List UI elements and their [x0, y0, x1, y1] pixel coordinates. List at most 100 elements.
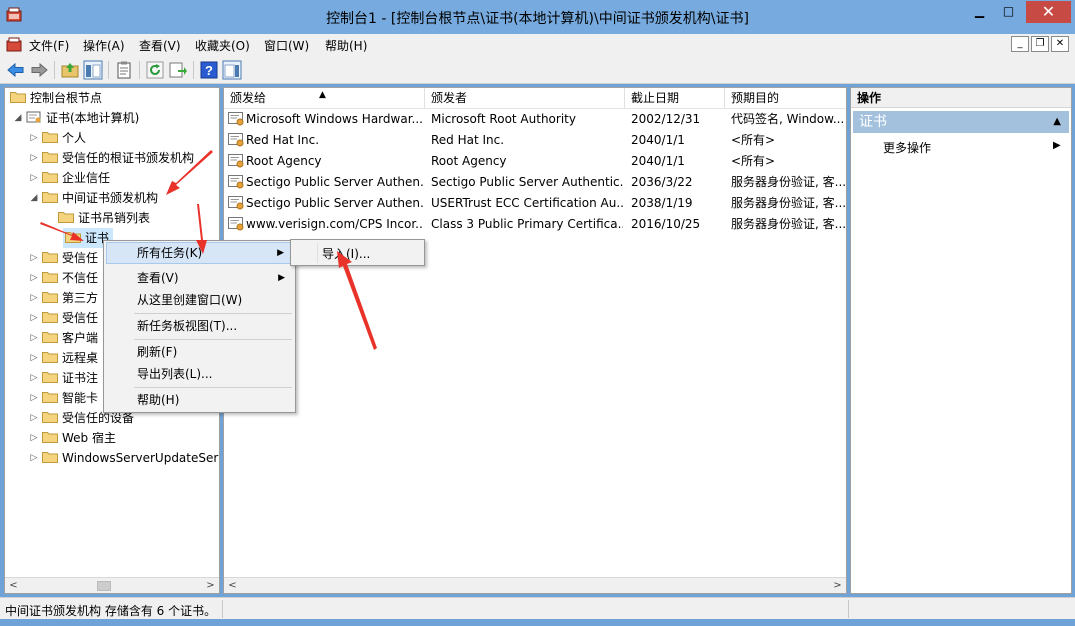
more-actions-link[interactable]: 更多操作 [883, 139, 931, 156]
menu-item-new-taskpad[interactable]: 新任务板视图(T)... [106, 315, 293, 337]
list-horizontal-scrollbar[interactable]: < > [224, 577, 846, 593]
properties-icon[interactable] [114, 60, 134, 80]
tree-item-smart-card[interactable]: ▷ 智能卡 [29, 388, 98, 408]
expand-icon[interactable]: ▷ [29, 248, 39, 268]
menu-action[interactable]: 操作(A) [83, 37, 125, 54]
menu-item-import[interactable]: 导入(I)... [322, 245, 370, 262]
tree-item-enterprise-trust[interactable]: ▷ 企业信任 [29, 168, 110, 188]
open-folder-icon [65, 229, 81, 243]
tree-item-trusted-root-ca[interactable]: ▷ 受信任的根证书颁发机构 [29, 148, 194, 168]
menu-item-label: 查看(V) [137, 271, 179, 285]
mdi-close-button[interactable]: ✕ [1051, 36, 1069, 52]
certificate-store-icon [26, 109, 42, 123]
folder-icon [42, 129, 58, 143]
status-bar: 中间证书颁发机构 存储含有 6 个证书。 [0, 597, 1075, 619]
expand-icon[interactable]: ▷ [29, 268, 39, 288]
expand-icon[interactable]: ▷ [29, 168, 39, 188]
tree-item-web-hosting[interactable]: ▷ Web 宿主 [29, 428, 116, 448]
menu-item-export-list[interactable]: 导出列表(L)... [106, 363, 293, 385]
scroll-right-button[interactable]: > [829, 578, 846, 593]
expand-icon[interactable]: ▷ [29, 388, 39, 408]
console-doc-icon[interactable] [6, 37, 22, 53]
column-header-expiration[interactable]: 截止日期 [625, 88, 725, 109]
certificate-list[interactable]: 颁发给 ▲ 颁发者 截止日期 预期目的 Microsoft Windows Ha… [223, 87, 847, 594]
menu-item-label: 新任务板视图(T)... [137, 319, 238, 333]
export-list-icon[interactable] [168, 60, 188, 80]
table-cell[interactable]: Red Hat Inc. [246, 130, 424, 151]
expand-icon[interactable]: ▷ [29, 148, 39, 168]
expand-icon[interactable]: ▷ [29, 308, 39, 328]
column-header-issued-by[interactable]: 颁发者 [425, 88, 625, 109]
tree-item-wsus[interactable]: ▷ WindowsServerUpdateSer [29, 448, 219, 468]
expand-icon[interactable]: ▷ [29, 368, 39, 388]
tree-item-crl[interactable]: 证书吊销列表 [55, 208, 150, 228]
menu-item-refresh[interactable]: 刷新(F) [106, 341, 293, 363]
expand-icon[interactable]: ▷ [29, 328, 39, 348]
mdi-restore-button[interactable]: ❐ [1031, 36, 1049, 52]
tree-item-label: Web 宿主 [62, 431, 116, 445]
column-header-purposes[interactable]: 预期目的 [725, 88, 846, 109]
menu-file[interactable]: 文件(F) [29, 37, 69, 54]
tree-item-intermediate-ca[interactable]: ◢ 中间证书颁发机构 [29, 188, 158, 208]
scroll-left-button[interactable]: < [5, 578, 22, 593]
collapse-icon[interactable]: ◢ [29, 188, 39, 208]
scroll-right-button[interactable]: > [202, 578, 219, 593]
tree-item-label: 控制台根节点 [30, 91, 103, 105]
maximize-button[interactable]: □ [993, 1, 1024, 23]
mdi-minimize-button[interactable]: _ [1011, 36, 1029, 52]
expand-icon[interactable]: ▷ [29, 408, 39, 428]
minimize-button[interactable]: ▁ [966, 1, 993, 23]
table-cell[interactable]: Microsoft Windows Hardwar... [246, 109, 424, 130]
forward-arrow-icon[interactable] [29, 60, 49, 80]
expand-icon[interactable]: ▷ [29, 348, 39, 368]
table-cell[interactable]: Sectigo Public Server Authen... [246, 193, 424, 214]
tree-item-untrusted[interactable]: ▷ 不信任 [29, 268, 98, 288]
back-arrow-icon[interactable] [6, 60, 26, 80]
table-cell[interactable]: Sectigo Public Server Authen... [246, 172, 424, 193]
scroll-left-button[interactable]: < [224, 578, 241, 593]
folder-icon [42, 309, 58, 323]
menu-window[interactable]: 窗口(W) [264, 37, 309, 54]
tree-item-client-auth[interactable]: ▷ 客户端 [29, 328, 98, 348]
show-hide-tree-icon[interactable] [83, 60, 103, 80]
tree-item-personal[interactable]: ▷ 个人 [29, 128, 86, 148]
scroll-thumb[interactable] [97, 581, 111, 591]
menu-view[interactable]: 查看(V) [139, 37, 181, 54]
menu-item-all-tasks[interactable]: 所有任务(K) ▶ [106, 242, 293, 264]
column-header-issued-to[interactable]: 颁发给 ▲ [224, 88, 425, 109]
table-cell[interactable]: www.verisign.com/CPS Incor... [246, 214, 424, 235]
table-cell: 2036/3/22 [631, 175, 693, 189]
up-folder-icon[interactable] [60, 60, 80, 80]
tree-item-trusted-people[interactable]: ▷ 受信任 [29, 308, 98, 328]
expand-icon[interactable]: ▷ [29, 448, 39, 468]
expand-icon[interactable]: ▷ [29, 128, 39, 148]
show-action-pane-icon[interactable] [222, 60, 242, 80]
tree-item-third-party[interactable]: ▷ 第三方 [29, 288, 98, 308]
collapse-icon[interactable]: ◢ [13, 108, 23, 128]
tree-item-console-root[interactable]: 控制台根节点 [7, 88, 102, 108]
submenu-arrow-icon: ▶ [277, 248, 284, 258]
collapse-up-icon[interactable]: ▲ [1053, 111, 1061, 133]
tree-item-cert-enrollment[interactable]: ▷ 证书注 [29, 368, 98, 388]
tree-item-local-computer-certs[interactable]: ◢ 证书(本地计算机) [13, 108, 140, 128]
expand-icon[interactable]: ▷ [29, 428, 39, 448]
help-icon[interactable]: ? [199, 60, 219, 80]
tree-item-label: 远程桌 [62, 351, 99, 365]
expand-icon[interactable]: ▷ [29, 288, 39, 308]
tree-item-trusted-publishers[interactable]: ▷ 受信任 [29, 248, 98, 268]
menu-favorites[interactable]: 收藏夹(O) [195, 37, 250, 54]
actions-section-certificates[interactable]: 证书 ▲ [853, 111, 1069, 133]
menu-item-view[interactable]: 查看(V) ▶ [106, 267, 293, 289]
refresh-icon[interactable] [145, 60, 165, 80]
close-button[interactable]: ✕ [1026, 1, 1071, 23]
certificate-icon [228, 175, 244, 189]
menu-item-new-window[interactable]: 从这里创建窗口(W) [106, 289, 293, 311]
menu-bar: 文件(F) 操作(A) 查看(V) 收藏夹(O) 窗口(W) 帮助(H) _ ❐… [0, 34, 1075, 56]
menu-item-label: 所有任务(K) [137, 246, 203, 260]
table-cell: 2038/1/19 [631, 196, 693, 210]
tree-horizontal-scrollbar[interactable]: < > [5, 577, 219, 593]
table-cell[interactable]: Root Agency [246, 151, 424, 172]
menu-help[interactable]: 帮助(H) [325, 37, 367, 54]
menu-item-help[interactable]: 帮助(H) [106, 389, 293, 411]
tree-item-remote-desktop[interactable]: ▷ 远程桌 [29, 348, 98, 368]
